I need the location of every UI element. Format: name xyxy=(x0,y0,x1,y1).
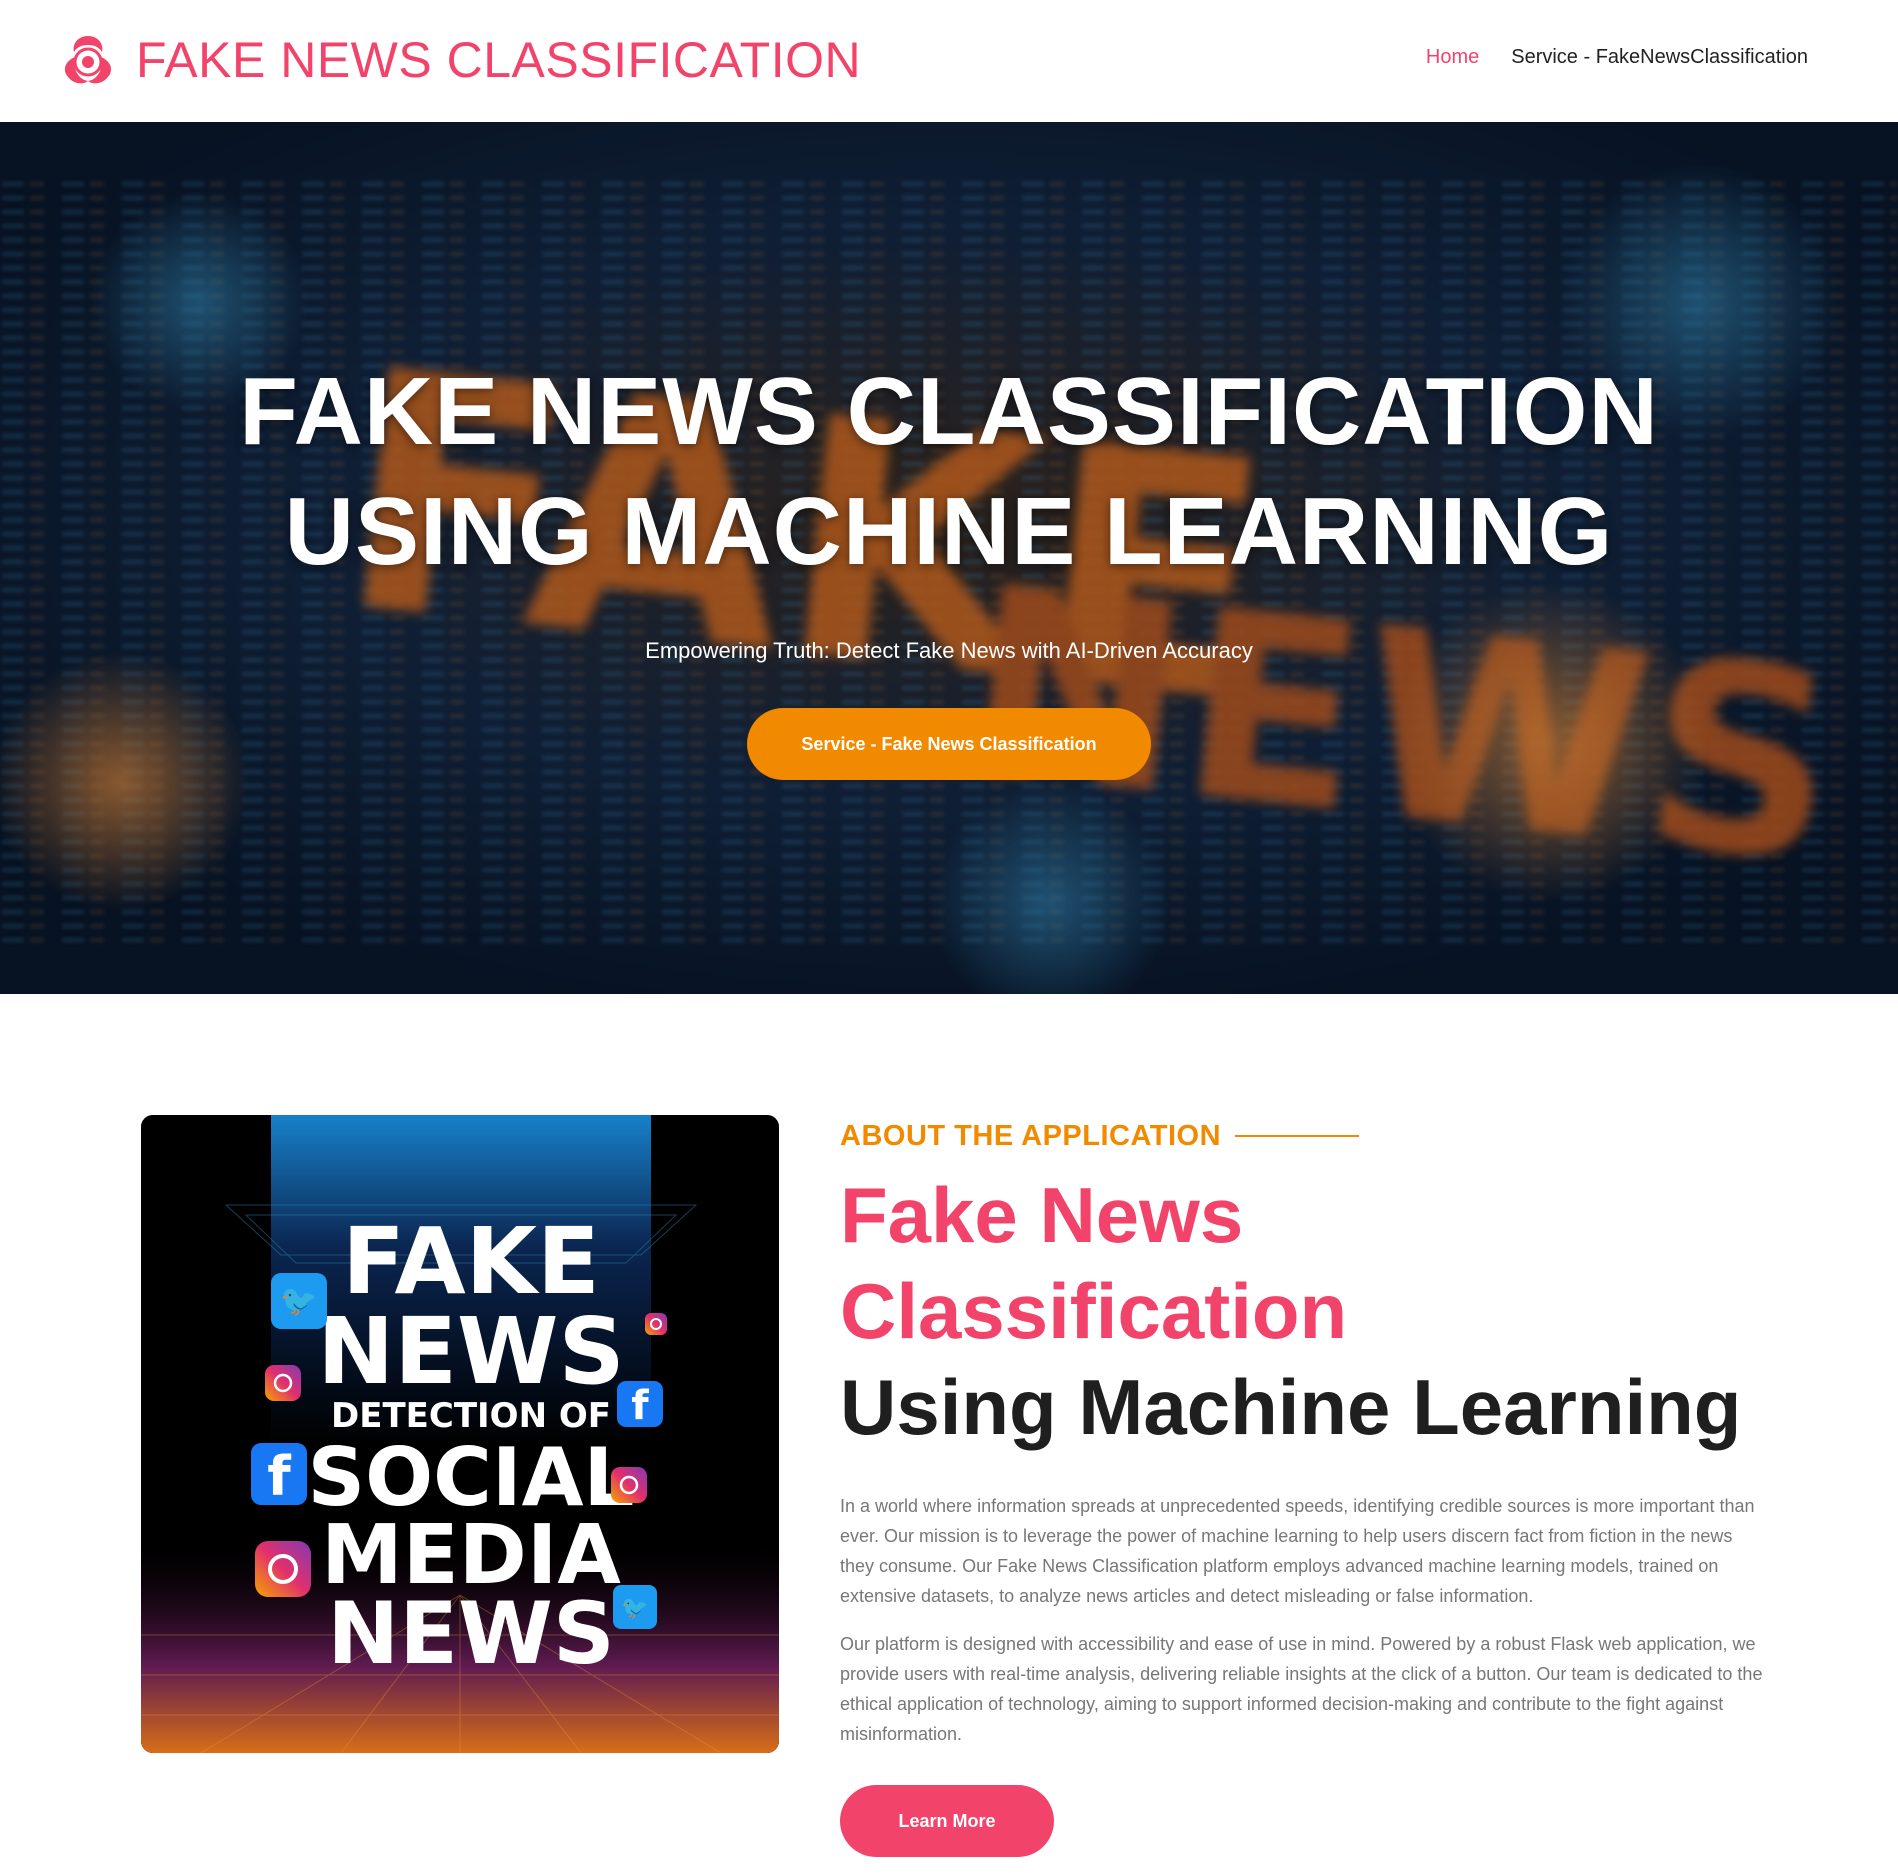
svg-text:🐦: 🐦 xyxy=(280,1284,317,1319)
about-heading-pink: Fake News Classification xyxy=(840,1171,1348,1355)
hero-section: FAKE NEWS FAKE NEWS CLASSIFICATION USING… xyxy=(0,122,1898,994)
about-eyebrow: ABOUT THE APPLICATION xyxy=(840,1115,1770,1157)
about-heading: Fake News Classification Using Machine L… xyxy=(840,1167,1770,1455)
twitter-icon: 🐦 xyxy=(271,1273,327,1329)
about-paragraph-2: Our platform is designed with accessibil… xyxy=(840,1634,1763,1744)
hero-content: FAKE NEWS CLASSIFICATION USING MACHINE L… xyxy=(0,352,1898,780)
instagram-icon xyxy=(611,1467,647,1503)
facebook-icon: f xyxy=(617,1381,663,1429)
svg-text:🐦: 🐦 xyxy=(621,1596,648,1621)
brand[interactable]: FAKE NEWS CLASSIFICATION xyxy=(58,30,861,90)
biohazard-icon xyxy=(64,36,112,84)
instagram-icon xyxy=(645,1313,667,1335)
service-button[interactable]: Service - Fake News Classification xyxy=(747,708,1151,780)
svg-text:f: f xyxy=(631,1383,649,1429)
nav-service[interactable]: Service - FakeNewsClassification xyxy=(1511,46,1808,69)
facebook-icon: f xyxy=(251,1443,307,1508)
about-eyebrow-label: ABOUT THE APPLICATION xyxy=(840,1119,1222,1152)
fake-news-poster-image: FAKE NEWS DETECTION OF SOCIAL MEDIA NEWS… xyxy=(141,1115,779,1753)
main-nav: Home Service - FakeNewsClassification xyxy=(1426,46,1808,69)
brand-title: FAKE NEWS CLASSIFICATION xyxy=(136,32,862,88)
about-heading-dark: Using Machine Learning xyxy=(840,1363,1742,1451)
eyebrow-divider xyxy=(1235,1135,1360,1137)
hero-subtitle: Empowering Truth: Detect Fake News with … xyxy=(645,638,1253,663)
svg-text:f: f xyxy=(267,1445,291,1508)
instagram-icon xyxy=(255,1541,311,1597)
twitter-icon: 🐦 xyxy=(613,1585,657,1629)
hero-title: FAKE NEWS CLASSIFICATION USING MACHINE L… xyxy=(0,352,1898,592)
about-paragraph-1: In a world where information spreads at … xyxy=(840,1496,1755,1606)
about-image: FAKE NEWS DETECTION OF SOCIAL MEDIA NEWS… xyxy=(141,1115,779,1753)
instagram-icon xyxy=(265,1365,301,1401)
learn-more-button[interactable]: Learn More xyxy=(840,1785,1054,1857)
hero-title-line2: USING MACHINE LEARNING xyxy=(284,478,1614,585)
poster-line2: NEWS xyxy=(317,1298,625,1405)
site-header: FAKE NEWS CLASSIFICATION Home Service - … xyxy=(0,0,1898,122)
poster-line6: NEWS xyxy=(327,1584,615,1684)
poster-line3: DETECTION OF xyxy=(331,1396,611,1436)
nav-home[interactable]: Home xyxy=(1426,46,1479,69)
about-section: ABOUT THE APPLICATION Fake News Classifi… xyxy=(840,1115,1770,1857)
hero-title-line1: FAKE NEWS CLASSIFICATION xyxy=(239,358,1659,465)
